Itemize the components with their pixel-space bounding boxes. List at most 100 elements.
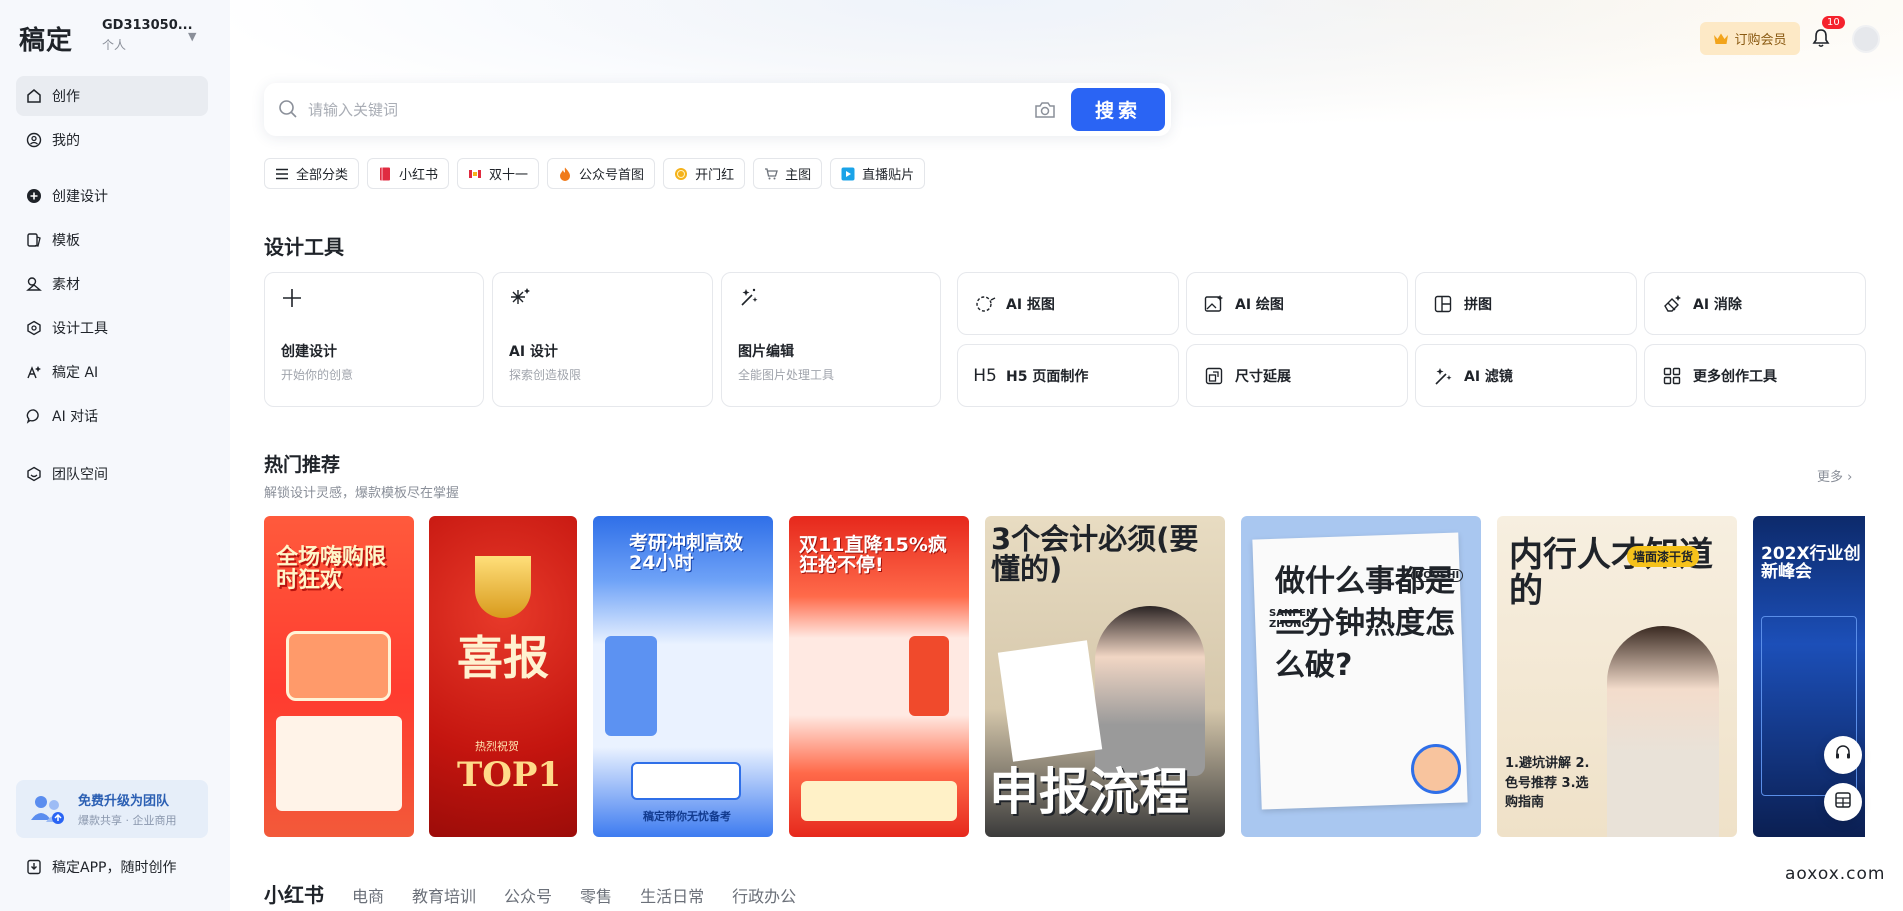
category-tabs: 小红书 电商 教育培训 公众号 零售 生活日常 行政办公 xyxy=(264,879,796,908)
tool-label: AI 消除 xyxy=(1693,296,1742,313)
tool-title: 图片编辑 xyxy=(738,344,794,360)
tab-wechat[interactable]: 公众号 xyxy=(504,883,552,907)
tool-label: 尺寸延展 xyxy=(1235,368,1291,385)
sidebar-item-ai-chat[interactable]: AI 对话 xyxy=(16,396,208,436)
tool-ai-draw[interactable]: AI 绘图 xyxy=(1186,272,1408,335)
account-switcher[interactable]: GD313050... 个人 xyxy=(102,18,193,53)
template-card[interactable]: 做什么事都是三分钟热度怎么破? SANFEN ZHONG DOUSHI xyxy=(1241,516,1481,837)
tool-image-edit[interactable]: 图片编辑 全能图片处理工具 xyxy=(721,272,941,407)
hot-subtitle: 解锁设计灵感，爆款模板尽在掌握 xyxy=(264,486,460,501)
more-link[interactable]: 更多 › xyxy=(1817,466,1852,485)
tool-ai-design[interactable]: AI 设计 探索创造极限 xyxy=(492,272,713,407)
chip-main-image[interactable]: 主图 xyxy=(753,158,823,189)
tool-create-design[interactable]: 创建设计 开始你的创意 xyxy=(264,272,484,407)
sidebar-item-templates[interactable]: 模板 xyxy=(16,220,208,260)
tab-daily-life[interactable]: 生活日常 xyxy=(640,883,704,907)
chip-label: 开门红 xyxy=(695,168,735,183)
tab-retail[interactable]: 零售 xyxy=(580,883,612,907)
h5-icon: H5 xyxy=(973,365,997,386)
watermark: aoxox.com xyxy=(1785,864,1886,884)
cutout-icon xyxy=(974,293,996,315)
qrcode-button[interactable] xyxy=(1824,783,1862,821)
upgrade-team-banner[interactable]: 免费升级为团队 爆款共享 · 企业商用 xyxy=(16,780,208,838)
tool-ai-cutout[interactable]: AI 抠图 xyxy=(957,272,1179,335)
chip-label: 小红书 xyxy=(399,168,439,183)
sidebar-item-team-space[interactable]: 团队空间 xyxy=(16,454,208,494)
tool-subtitle: 全能图片处理工具 xyxy=(738,368,835,382)
more-label: 更多 xyxy=(1817,470,1844,485)
template-card[interactable]: 内行人才知道的 墙面漆干货 1.避坑讲解 2.色号推荐 3.选购指南 xyxy=(1497,516,1737,837)
app-logo[interactable]: 稿定 xyxy=(19,20,73,57)
tool-ai-erase[interactable]: AI 消除 xyxy=(1644,272,1866,335)
upgrade-title: 免费升级为团队 xyxy=(78,794,170,809)
chip-all-categories[interactable]: 全部分类 xyxy=(264,158,360,189)
sidebar-item-gaoding-ai[interactable]: 稿定 AI xyxy=(16,352,208,392)
card-tag: 墙面漆干货 xyxy=(1627,546,1700,567)
sidebar-item-label: 团队空间 xyxy=(52,467,108,483)
team-upgrade-icon xyxy=(28,792,66,826)
tab-xiaohongshu[interactable]: 小红书 xyxy=(264,879,324,908)
search-button[interactable]: 搜索 xyxy=(1071,88,1165,131)
tool-ai-filter[interactable]: AI 滤镜 xyxy=(1415,344,1637,407)
customer-service-button[interactable] xyxy=(1824,736,1862,774)
card-list xyxy=(909,636,949,716)
tab-education[interactable]: 教育培训 xyxy=(412,883,476,907)
card-title: 202X行业创新峰会 xyxy=(1761,544,1861,582)
sidebar-item-label: 稿定 AI xyxy=(52,365,99,381)
home-icon xyxy=(26,88,42,104)
table-icon xyxy=(1834,791,1852,813)
tab-office[interactable]: 行政办公 xyxy=(732,883,796,907)
card-panel xyxy=(276,716,402,811)
template-card[interactable]: 喜报 热烈祝贺 TOP1 xyxy=(429,516,577,837)
crown-icon xyxy=(1713,32,1729,46)
sidebar-item-label: AI 对话 xyxy=(52,409,99,425)
search-input[interactable] xyxy=(308,97,1068,123)
bell-icon[interactable] xyxy=(1812,28,1830,52)
sidebar-item-label: 设计工具 xyxy=(52,321,108,337)
template-card[interactable]: 全场嗨购限时狂欢 xyxy=(264,516,414,837)
template-card[interactable]: 考研冲刺高效24小时 稿定带你无忧备考 xyxy=(593,516,773,837)
sidebar-item-mine[interactable]: 我的 xyxy=(16,120,208,160)
chip-double-eleven[interactable]: 双十一 xyxy=(457,158,540,189)
template-icon xyxy=(26,232,42,248)
download-app-label: 稿定APP，随时创作 xyxy=(52,860,177,876)
tool-more-tools[interactable]: 更多创作工具 xyxy=(1644,344,1866,407)
cart-icon xyxy=(764,167,778,181)
sidebar-item-label: 模板 xyxy=(52,233,80,249)
download-app-link[interactable]: 稿定APP，随时创作 xyxy=(26,857,176,877)
tool-collage[interactable]: 拼图 xyxy=(1415,272,1637,335)
template-card[interactable]: 双11直降15%疯狂抢不停! xyxy=(789,516,969,837)
sidebar-item-create-design[interactable]: 创建设计 xyxy=(16,176,208,216)
plus-icon xyxy=(281,287,303,315)
template-card[interactable]: 3个会计必须(要懂的) 申报流程 xyxy=(985,516,1225,837)
chip-kaimenhong[interactable]: 开门红 xyxy=(663,158,746,189)
card-list: 1.避坑讲解 2.色号推荐 3.选购指南 xyxy=(1505,756,1590,810)
camera-icon[interactable] xyxy=(1034,100,1056,124)
card-title: 喜报 xyxy=(457,631,549,685)
tab-ecommerce[interactable]: 电商 xyxy=(352,883,384,907)
material-icon xyxy=(26,276,42,292)
user-icon xyxy=(26,132,42,148)
account-name: GD313050... xyxy=(102,18,193,33)
tool-title: 创建设计 xyxy=(281,344,337,360)
sidebar-item-design-tools[interactable]: 设计工具 xyxy=(16,308,208,348)
card-panel xyxy=(801,781,957,821)
sidebar-item-materials[interactable]: 素材 xyxy=(16,264,208,304)
chip-live-sticker[interactable]: 直播贴片 xyxy=(830,158,926,189)
photo-person xyxy=(1607,626,1719,837)
chip-xiaohongshu[interactable]: 小红书 xyxy=(367,158,450,189)
tool-h5-page[interactable]: H5 H5 页面制作 xyxy=(957,344,1179,407)
live-icon xyxy=(841,167,855,181)
filter-icon xyxy=(1432,365,1454,387)
download-icon xyxy=(26,859,42,875)
card-subtitle: 热烈祝贺 xyxy=(475,740,519,753)
chevron-down-icon[interactable]: ▼ xyxy=(188,30,196,43)
buy-membership-button[interactable]: 订购会员 xyxy=(1700,22,1800,55)
chip-label: 公众号首图 xyxy=(579,168,645,183)
card-rank: TOP1 xyxy=(457,755,562,795)
sidebar-item-create[interactable]: 创作 xyxy=(16,76,208,116)
chip-wechat-cover[interactable]: 公众号首图 xyxy=(547,158,656,189)
tool-resize[interactable]: 尺寸延展 xyxy=(1186,344,1408,407)
card-title: 3个会计必须(要懂的) xyxy=(991,522,1199,587)
avatar[interactable] xyxy=(1852,25,1880,53)
